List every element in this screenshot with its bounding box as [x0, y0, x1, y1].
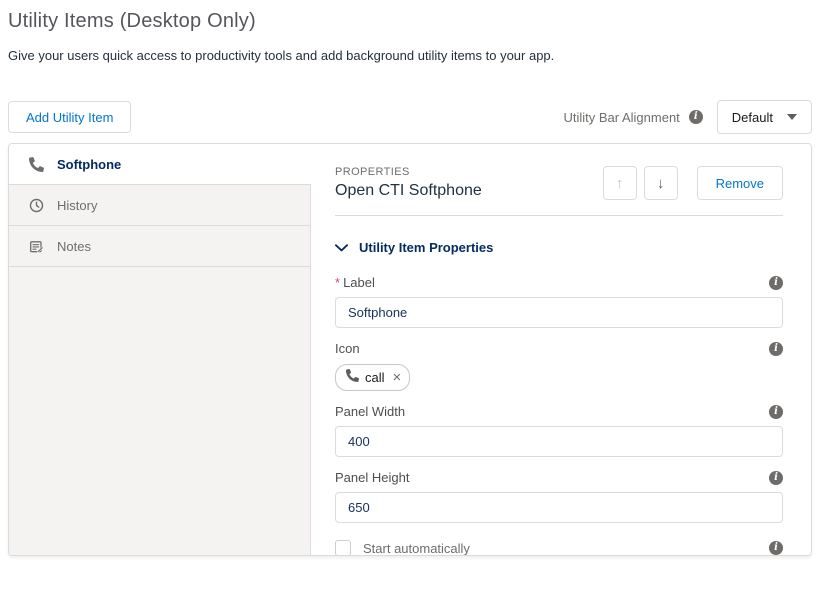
- move-up-button[interactable]: ↑: [603, 166, 637, 200]
- utility-items-list: Softphone History Notes: [9, 144, 311, 555]
- info-icon[interactable]: i: [769, 541, 783, 555]
- sidebar-item-label: Notes: [57, 239, 91, 254]
- required-asterisk: *: [335, 275, 340, 290]
- properties-heading-block: PROPERTIES Open CTI Softphone: [335, 166, 482, 200]
- properties-title: Open CTI Softphone: [335, 182, 482, 200]
- remove-button[interactable]: Remove: [697, 166, 783, 200]
- sidebar-item-history[interactable]: History: [9, 185, 310, 226]
- arrow-up-icon: ↑: [616, 176, 624, 191]
- phone-icon: [28, 157, 44, 172]
- info-icon[interactable]: i: [769, 342, 783, 356]
- utility-bar-alignment-label: Utility Bar Alignment: [563, 110, 679, 125]
- phone-icon: [346, 369, 359, 387]
- info-icon[interactable]: i: [769, 405, 783, 419]
- sidebar-filler: [9, 267, 310, 555]
- sidebar-item-label: History: [57, 198, 97, 213]
- properties-actions: ↑ ↓ Remove: [603, 166, 783, 200]
- label-field-label: *Label: [335, 275, 375, 290]
- info-icon[interactable]: i: [769, 471, 783, 485]
- label-field-row: *Label i: [335, 275, 783, 290]
- panel-height-row: Panel Height i: [335, 470, 783, 485]
- sidebar-item-softphone[interactable]: Softphone: [9, 144, 311, 185]
- properties-eyebrow: PROPERTIES: [335, 166, 482, 178]
- icon-field-label: Icon: [335, 341, 360, 356]
- icon-field-row: Icon i: [335, 341, 783, 356]
- panel-width-row: Panel Width i: [335, 404, 783, 419]
- alignment-selected-value: Default: [732, 110, 773, 125]
- add-utility-item-button[interactable]: Add Utility Item: [8, 101, 131, 133]
- panel-width-label: Panel Width: [335, 404, 405, 419]
- start-automatically-control: Start automatically: [335, 540, 470, 556]
- page-title: Utility Items (Desktop Only): [8, 10, 812, 33]
- properties-header: PROPERTIES Open CTI Softphone ↑ ↓ Remove: [335, 166, 783, 200]
- start-automatically-checkbox[interactable]: [335, 540, 351, 556]
- properties-pane: PROPERTIES Open CTI Softphone ↑ ↓ Remove…: [311, 144, 811, 555]
- move-down-button[interactable]: ↓: [644, 166, 678, 200]
- start-automatically-row: Start automatically i: [335, 540, 783, 556]
- info-icon[interactable]: i: [769, 276, 783, 290]
- icon-pill-label: call: [365, 370, 385, 385]
- caret-down-icon: [787, 114, 797, 120]
- info-icon[interactable]: i: [689, 110, 703, 124]
- panel-height-label: Panel Height: [335, 470, 409, 485]
- arrow-down-icon: ↓: [657, 176, 665, 191]
- close-icon[interactable]: ×: [393, 370, 402, 385]
- panel-height-input[interactable]: [335, 492, 783, 523]
- alignment-group: Utility Bar Alignment i Default: [563, 100, 812, 134]
- start-automatically-label: Start automatically: [363, 541, 470, 556]
- utility-items-panel: Softphone History Notes PROPERTIES O: [8, 143, 812, 556]
- panel-width-input[interactable]: [335, 426, 783, 457]
- note-icon: [28, 239, 44, 254]
- label-input[interactable]: [335, 297, 783, 328]
- utility-items-page: Utility Items (Desktop Only) Give your u…: [0, 0, 820, 556]
- page-subtitle: Give your users quick access to producti…: [8, 48, 812, 63]
- sidebar-item-notes[interactable]: Notes: [9, 226, 310, 267]
- chevron-down-icon: [335, 240, 348, 255]
- toolbar: Add Utility Item Utility Bar Alignment i…: [8, 100, 812, 134]
- clock-icon: [28, 198, 44, 213]
- sidebar-item-label: Softphone: [57, 157, 121, 172]
- section-title: Utility Item Properties: [359, 240, 493, 255]
- icon-pill[interactable]: call ×: [335, 364, 410, 391]
- utility-item-properties-section-toggle[interactable]: Utility Item Properties: [335, 240, 783, 255]
- header-divider: [335, 215, 783, 216]
- alignment-dropdown[interactable]: Default: [717, 100, 812, 134]
